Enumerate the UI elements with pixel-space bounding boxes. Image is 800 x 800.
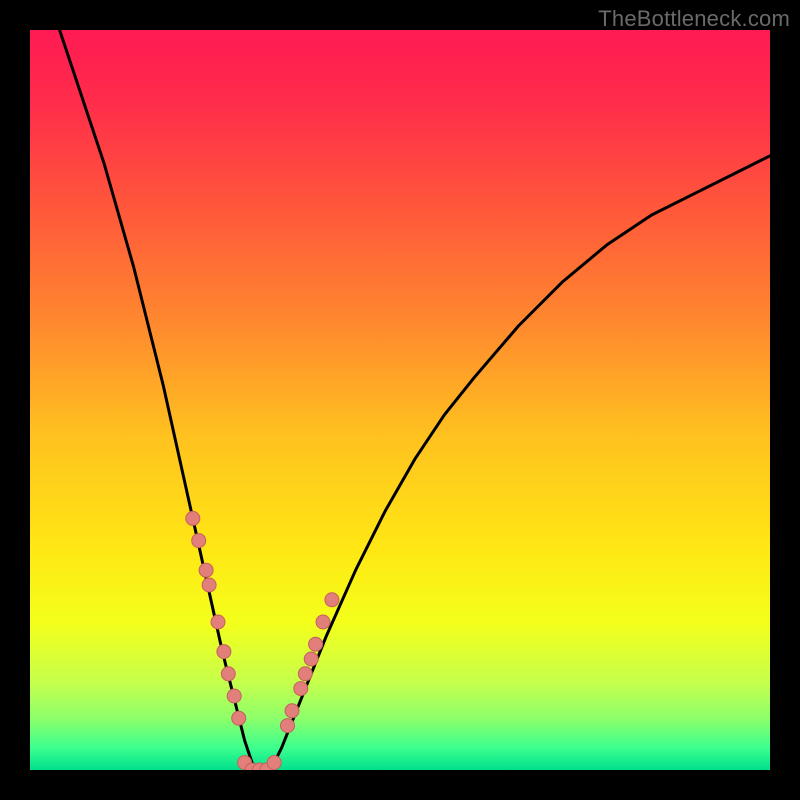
plot-area (30, 30, 770, 770)
data-marker (309, 637, 323, 651)
watermark-text: TheBottleneck.com (598, 6, 790, 32)
data-marker (192, 534, 206, 548)
data-marker (316, 615, 330, 629)
data-marker (281, 719, 295, 733)
data-marker (294, 682, 308, 696)
data-marker (325, 593, 339, 607)
data-marker (202, 578, 216, 592)
gradient-background (30, 30, 770, 770)
data-marker (211, 615, 225, 629)
data-marker (199, 563, 213, 577)
data-marker (285, 704, 299, 718)
data-marker (232, 711, 246, 725)
data-marker (217, 645, 231, 659)
data-marker (298, 667, 312, 681)
data-marker (267, 756, 281, 770)
chart-svg (30, 30, 770, 770)
data-marker (186, 511, 200, 525)
outer-frame: TheBottleneck.com (0, 0, 800, 800)
data-marker (227, 689, 241, 703)
data-marker (221, 667, 235, 681)
data-marker (304, 652, 318, 666)
